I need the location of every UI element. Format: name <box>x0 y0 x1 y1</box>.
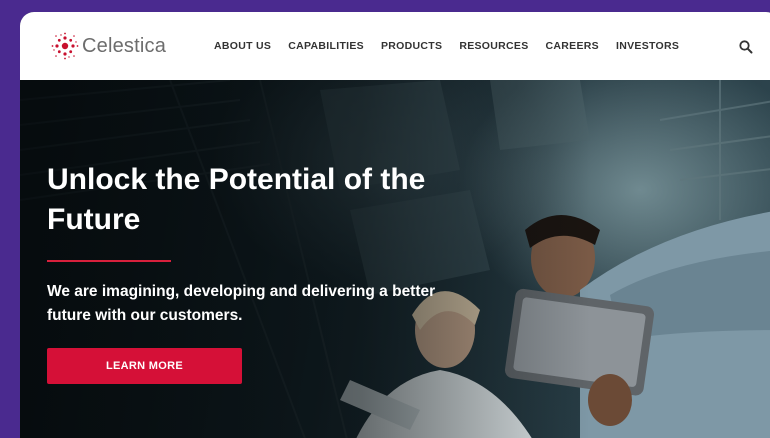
browser-frame: Celestica ABOUT US CAPABILITIES PRODUCTS… <box>20 12 770 438</box>
nav-item-products[interactable]: PRODUCTS <box>381 40 442 52</box>
hero-section: Unlock the Potential of the Future We ar… <box>20 80 770 438</box>
search-icon[interactable] <box>738 39 754 55</box>
learn-more-button[interactable]: LEARN MORE <box>47 348 242 384</box>
site-header: Celestica ABOUT US CAPABILITIES PRODUCTS… <box>20 12 770 80</box>
hero-subheadline: We are imagining, developing and deliver… <box>47 283 436 324</box>
nav-item-investors[interactable]: INVESTORS <box>616 40 679 52</box>
nav-item-careers[interactable]: CAREERS <box>546 40 599 52</box>
main-nav: ABOUT US CAPABILITIES PRODUCTS RESOURCES… <box>214 40 696 52</box>
nav-item-about-us[interactable]: ABOUT US <box>214 40 271 52</box>
hero-headline: Unlock the Potential of the Future <box>47 163 426 236</box>
hero-overlay <box>20 80 770 438</box>
headline-divider <box>47 260 171 262</box>
nav-item-capabilities[interactable]: CAPABILITIES <box>288 40 364 52</box>
celestica-logo-icon <box>51 32 79 60</box>
nav-item-resources[interactable]: RESOURCES <box>459 40 528 52</box>
logo-wordmark: Celestica <box>82 34 167 57</box>
logo[interactable]: Celestica <box>50 28 166 64</box>
